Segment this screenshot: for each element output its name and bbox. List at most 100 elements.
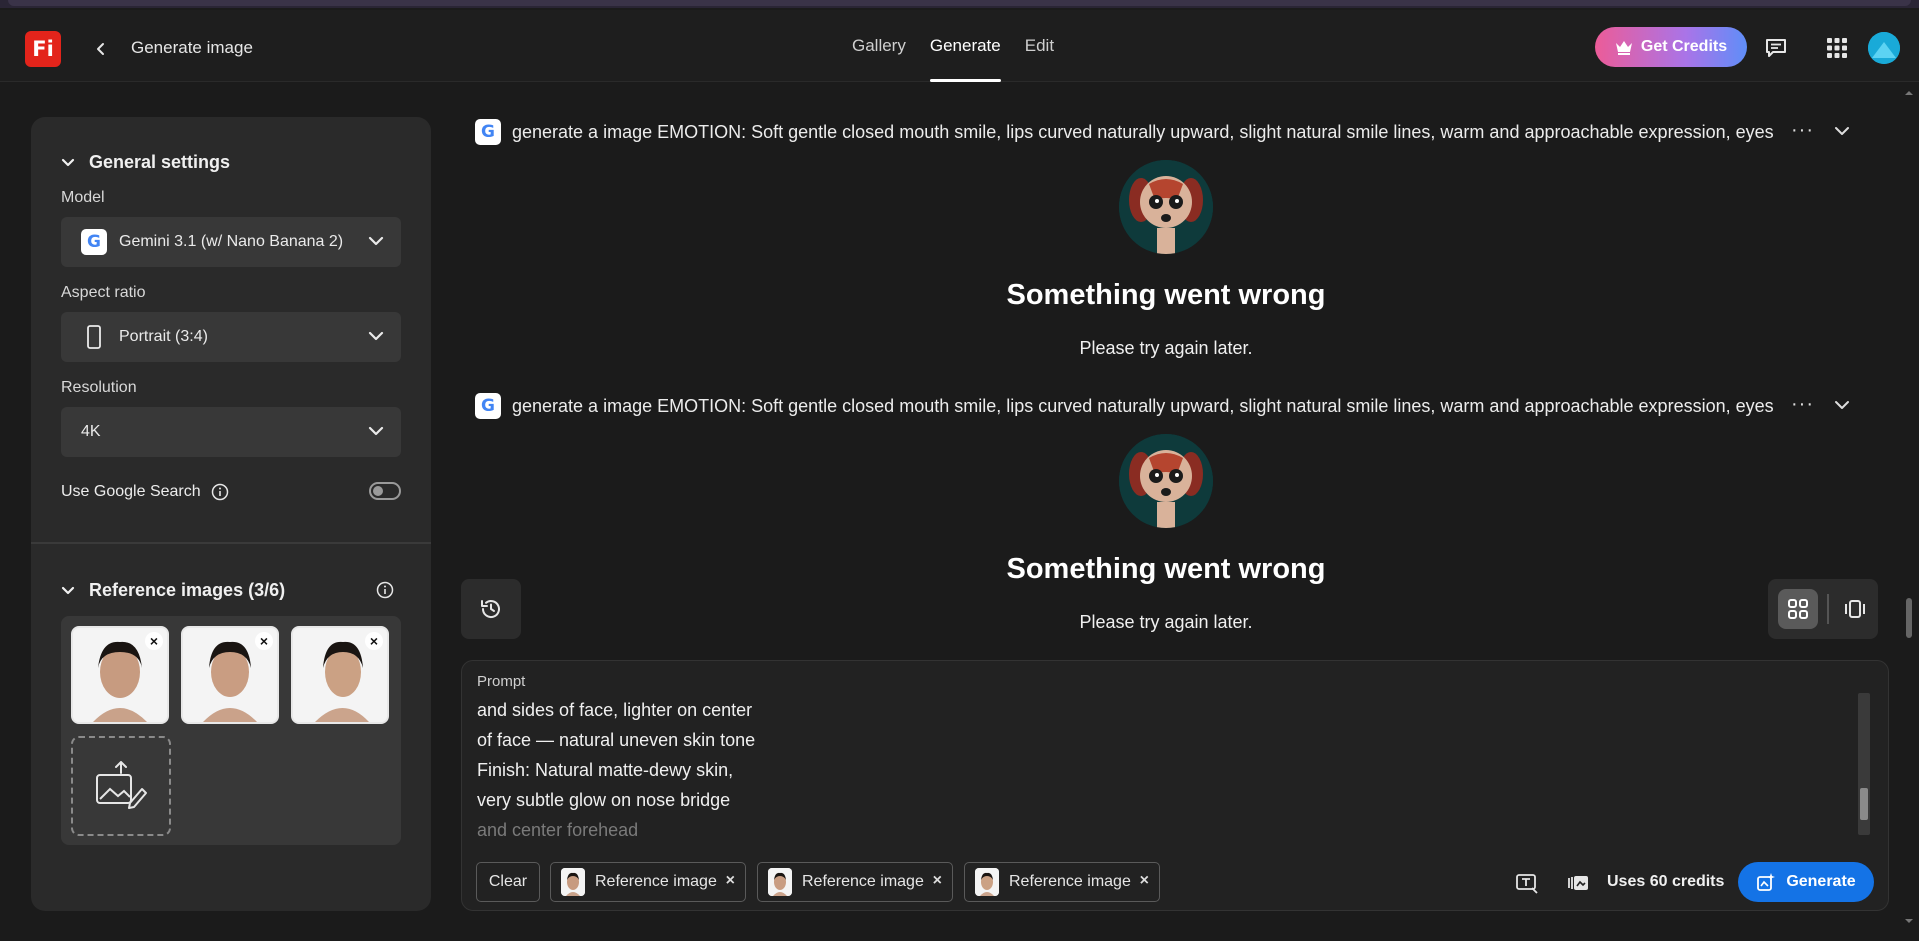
error-illustration [1119, 160, 1213, 254]
crown-icon [1615, 41, 1632, 55]
reference-chip[interactable]: Reference image × [757, 862, 953, 902]
carousel-view-icon [1845, 600, 1865, 618]
chevron-down-icon[interactable] [1833, 396, 1851, 414]
reference-chip[interactable]: Reference image × [964, 862, 1160, 902]
feedback-button[interactable] [1762, 34, 1790, 62]
face-photo [975, 868, 999, 896]
window-top-strip-inner [8, 0, 1911, 6]
generate-button[interactable]: Generate [1738, 862, 1874, 902]
prompt-label: Prompt [477, 673, 526, 690]
remove-reference-button[interactable]: × [365, 632, 383, 650]
chevron-down-icon [368, 236, 384, 246]
image-stack-icon [1568, 876, 1588, 890]
prompt-textarea[interactable]: and sides of face, lighter on center of … [477, 695, 807, 845]
info-icon[interactable] [376, 581, 394, 599]
get-credits-button[interactable]: Get Credits [1595, 27, 1747, 67]
user-avatar[interactable] [1868, 32, 1900, 64]
reference-chip-label: Reference image [1009, 873, 1131, 890]
history-button[interactable] [461, 579, 521, 639]
prompt-box: Prompt and sides of face, lighter on cen… [461, 660, 1889, 911]
generate-label: Generate [1786, 873, 1856, 890]
apps-button[interactable] [1823, 34, 1851, 62]
face-photo [561, 868, 585, 896]
google-search-toggle[interactable] [369, 482, 401, 500]
scroll-down-arrow[interactable] [1904, 916, 1914, 926]
aspect-ratio-label: Aspect ratio [61, 284, 146, 301]
chevron-down-icon [61, 158, 75, 166]
remove-chip-button[interactable]: × [933, 872, 942, 890]
clear-button[interactable]: Clear [476, 862, 540, 902]
remove-reference-button[interactable]: × [255, 632, 273, 650]
reference-thumbnail[interactable]: × [181, 626, 279, 724]
puppy-illustration [1119, 160, 1213, 254]
view-mode-toggle [1768, 579, 1878, 639]
generation-prompt: generate a image EMOTION: Soft gentle cl… [512, 121, 1774, 142]
upload-reference-button[interactable] [71, 736, 171, 836]
generate-sparkle-icon [1757, 873, 1776, 891]
reference-images-header[interactable]: Reference images (3/6) [61, 580, 285, 601]
reference-thumbnail[interactable]: × [291, 626, 389, 724]
general-settings-header[interactable]: General settings [61, 152, 230, 173]
tab-generate[interactable]: Generate [918, 10, 1013, 82]
model-value: Gemini 3.1 (w/ Nano Banana 2) [119, 233, 344, 250]
prompt-scrollbar-thumb[interactable] [1860, 788, 1868, 820]
remove-chip-button[interactable]: × [726, 872, 735, 890]
info-icon[interactable] [211, 483, 229, 501]
prompt-scrollbar[interactable] [1858, 693, 1870, 835]
google-icon: G [475, 393, 501, 419]
resolution-select[interactable]: 4K [61, 407, 401, 457]
reference-images-title: Reference images (3/6) [89, 580, 286, 600]
grid-view-button[interactable] [1778, 589, 1818, 629]
apps-grid-icon [1827, 38, 1847, 58]
generation-item: G generate a image EMOTION: Soft gentle … [475, 391, 1855, 421]
scroll-up-arrow[interactable] [1904, 88, 1914, 98]
tab-edit[interactable]: Edit [1013, 10, 1066, 82]
back-button[interactable] [88, 36, 114, 62]
reference-chip[interactable]: Reference image × [550, 862, 746, 902]
reference-images-panel: × × × [61, 616, 401, 845]
generation-item: G generate a image EMOTION: Soft gentle … [475, 117, 1855, 147]
text-to-image-button[interactable] [1513, 869, 1541, 897]
portrait-icon [87, 325, 101, 349]
upload-image-icon [96, 761, 147, 809]
page-title: Generate image [131, 38, 253, 57]
get-credits-label: Get Credits [1640, 38, 1728, 55]
chevron-left-icon [97, 43, 104, 55]
app-header: Fi Generate image Gallery Generate Edit … [0, 10, 1919, 82]
avatar-image [1868, 32, 1900, 64]
puppy-illustration [1119, 434, 1213, 528]
google-icon: G [81, 229, 107, 255]
remove-chip-button[interactable]: × [1140, 872, 1149, 890]
resolution-label: Resolution [61, 379, 137, 396]
reference-chip-thumbnail [768, 868, 792, 896]
image-settings-button[interactable] [1564, 869, 1592, 897]
prompt-line: Finish: Natural matte-dewy skin, [477, 760, 734, 780]
chevron-down-icon [368, 426, 384, 436]
more-options-button[interactable]: ··· [1791, 119, 1814, 142]
resolution-value: 4K [81, 423, 101, 440]
chevron-down-icon[interactable] [1833, 122, 1851, 140]
error-title: Something went wrong [1006, 279, 1326, 311]
firefly-logo[interactable]: Fi [25, 31, 61, 67]
grid-view-icon [1788, 599, 1808, 619]
more-options-button[interactable]: ··· [1791, 393, 1814, 416]
general-settings-title: General settings [89, 152, 231, 172]
generation-prompt: generate a image EMOTION: Soft gentle cl… [512, 395, 1774, 416]
error-subtitle: Please try again later. [1079, 338, 1253, 358]
reference-chip-thumbnail [975, 868, 999, 896]
remove-reference-button[interactable]: × [145, 632, 163, 650]
model-select[interactable]: G Gemini 3.1 (w/ Nano Banana 2) [61, 217, 401, 267]
prompt-line: and center forehead [477, 820, 639, 840]
text-image-icon [1516, 874, 1538, 894]
chevron-down-icon [61, 586, 75, 594]
page-scrollbar[interactable] [1904, 88, 1914, 928]
error-subtitle: Please try again later. [1079, 612, 1253, 632]
scrollbar-thumb[interactable] [1906, 598, 1912, 638]
carousel-view-button[interactable] [1835, 589, 1875, 629]
prompt-line: and sides of face, lighter on center [477, 700, 753, 720]
aspect-ratio-select[interactable]: Portrait (3:4) [61, 312, 401, 362]
reference-thumbnail[interactable]: × [71, 626, 169, 724]
tab-gallery[interactable]: Gallery [840, 10, 918, 82]
toggle-knob [373, 486, 383, 496]
error-title: Something went wrong [1006, 553, 1326, 585]
